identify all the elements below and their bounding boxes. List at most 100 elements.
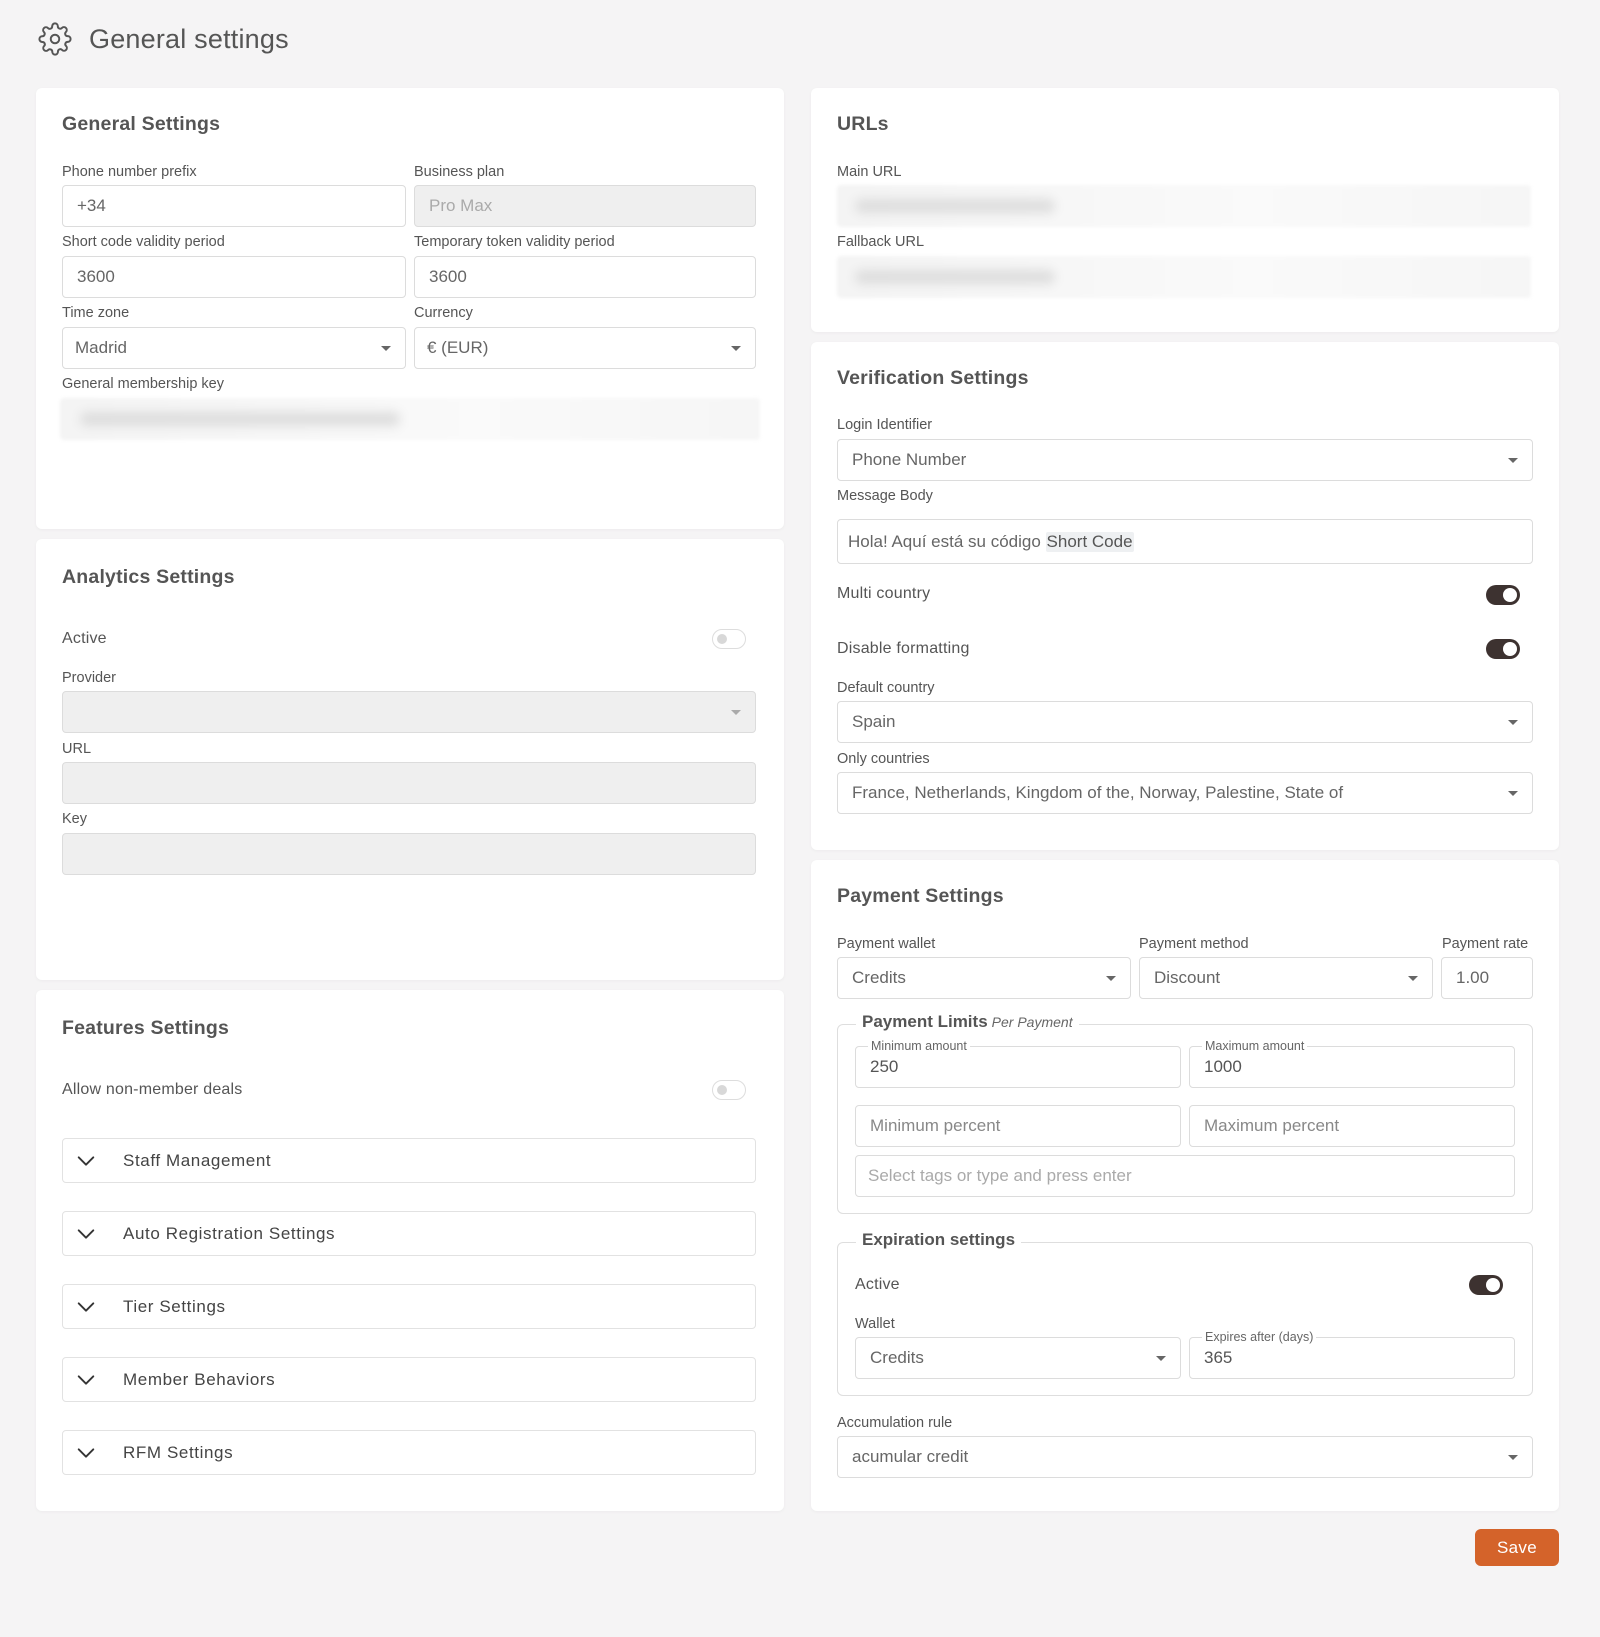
gear-icon	[38, 22, 72, 56]
analytics-key-input	[62, 833, 756, 875]
payment-wallet-label: Payment wallet	[837, 936, 936, 952]
card-title: Analytics Settings	[62, 566, 235, 588]
redacted-text	[80, 412, 400, 426]
expiration-active-label: Active	[855, 1276, 900, 1293]
disable-formatting-toggle[interactable]	[1486, 639, 1520, 659]
min-amount-label: Minimum amount	[868, 1039, 970, 1053]
chevron-down-icon	[731, 346, 741, 351]
accordion-label: Auto Registration Settings	[123, 1223, 336, 1243]
accumulation-rule-value: acumular credit	[852, 1447, 969, 1466]
expiration-fieldset: Expiration settings Active Wallet Credit…	[837, 1230, 1533, 1396]
temp-token-input[interactable]: 3600	[414, 256, 756, 298]
urls-card: URLs Main URL Fallback URL	[811, 88, 1559, 332]
business-plan-label: Business plan	[414, 164, 505, 180]
main-url-field[interactable]	[837, 185, 1531, 227]
redacted-text	[855, 270, 1055, 284]
max-percent-input[interactable]: Maximum percent	[1189, 1105, 1515, 1147]
accordion-member-behaviors[interactable]: Member Behaviors	[62, 1357, 756, 1402]
timezone-select[interactable]: Madrid	[62, 327, 406, 369]
multi-country-toggle[interactable]	[1486, 585, 1520, 605]
accordion-auto-registration[interactable]: Auto Registration Settings	[62, 1211, 756, 1256]
accordion-rfm-settings[interactable]: RFM Settings	[62, 1430, 756, 1475]
card-title: Payment Settings	[837, 885, 1004, 907]
only-countries-select[interactable]: France, Netherlands, Kingdom of the, Nor…	[837, 772, 1533, 814]
analytics-active-label: Active	[62, 630, 107, 647]
payment-method-label: Payment method	[1139, 936, 1249, 952]
membership-key-field[interactable]	[60, 398, 760, 440]
message-body-label: Message Body	[837, 488, 933, 504]
short-code-input[interactable]: 3600	[62, 256, 406, 298]
short-code-tag[interactable]: Short Code	[1045, 531, 1134, 552]
payment-rate-label: Payment rate	[1442, 936, 1529, 952]
chevron-down-icon	[1508, 720, 1518, 725]
accumulation-rule-select[interactable]: acumular credit	[837, 1436, 1533, 1478]
payment-wallet-select[interactable]: Credits	[837, 957, 1131, 999]
phone-prefix-input[interactable]: +34	[62, 185, 406, 227]
chevron-down-icon	[77, 1155, 95, 1166]
accordion-staff-management[interactable]: Staff Management	[62, 1138, 756, 1183]
chevron-down-icon	[77, 1374, 95, 1385]
only-countries-label: Only countries	[837, 751, 930, 767]
accumulation-rule-label: Accumulation rule	[837, 1415, 953, 1431]
expiration-wallet-select[interactable]: Credits	[855, 1337, 1181, 1379]
payment-limits-subtitle: Per Payment	[991, 1014, 1073, 1030]
accordion-label: RFM Settings	[123, 1442, 234, 1462]
message-body-text: Hola! Aquí está su código	[848, 531, 1041, 551]
provider-label: Provider	[62, 670, 116, 686]
message-body-input[interactable]: Hola! Aquí está su código Short Code	[837, 519, 1533, 564]
login-identifier-label: Login Identifier	[837, 417, 933, 433]
max-amount-input[interactable]: Maximum amount 1000	[1189, 1039, 1515, 1088]
verification-settings-card: Verification Settings Login Identifier P…	[811, 342, 1559, 850]
default-country-value: Spain	[852, 712, 896, 731]
payment-settings-card: Payment Settings Payment wallet Credits …	[811, 860, 1559, 1511]
fallback-url-field[interactable]	[837, 256, 1531, 298]
allow-non-member-toggle[interactable]	[712, 1080, 746, 1100]
min-percent-input[interactable]: Minimum percent	[855, 1105, 1181, 1147]
temp-token-label: Temporary token validity period	[414, 234, 615, 250]
tags-input[interactable]: Select tags or type and press enter	[855, 1155, 1515, 1197]
expires-after-value: 365	[1204, 1348, 1233, 1367]
page-header: General settings	[38, 18, 289, 60]
payment-rate-input[interactable]: 1.00	[1441, 957, 1533, 999]
expires-after-input[interactable]: Expires after (days) 365	[1189, 1330, 1515, 1379]
chevron-down-icon	[381, 346, 391, 351]
max-amount-value: 1000	[1204, 1057, 1242, 1076]
chevron-down-icon	[77, 1301, 95, 1312]
accordion-label: Tier Settings	[123, 1296, 226, 1316]
membership-key-label: General membership key	[62, 376, 224, 392]
chevron-down-icon	[1508, 1455, 1518, 1460]
min-amount-input[interactable]: Minimum amount 250	[855, 1039, 1181, 1088]
payment-method-select[interactable]: Discount	[1139, 957, 1433, 999]
fallback-url-label: Fallback URL	[837, 234, 925, 250]
analytics-active-toggle[interactable]	[712, 629, 746, 649]
multi-country-label: Multi country	[837, 585, 931, 602]
expires-after-label: Expires after (days)	[1202, 1330, 1317, 1344]
card-title: General Settings	[62, 113, 221, 135]
business-plan-input: Pro Max	[414, 185, 756, 227]
expiration-legend: Expiration settings	[856, 1230, 1022, 1250]
currency-value: € (EUR)	[427, 338, 489, 357]
currency-select[interactable]: € (EUR)	[414, 327, 756, 369]
short-code-label: Short code validity period	[62, 234, 225, 250]
accordion-tier-settings[interactable]: Tier Settings	[62, 1284, 756, 1329]
login-identifier-select[interactable]: Phone Number	[837, 439, 1533, 481]
analytics-url-input	[62, 762, 756, 804]
redacted-text	[855, 199, 1055, 213]
expiration-active-toggle[interactable]	[1469, 1275, 1503, 1295]
main-url-label: Main URL	[837, 164, 902, 180]
chevron-down-icon	[1156, 1356, 1166, 1361]
payment-method-value: Discount	[1154, 968, 1221, 987]
save-button[interactable]: Save	[1475, 1529, 1559, 1566]
phone-prefix-label: Phone number prefix	[62, 164, 197, 180]
default-country-select[interactable]: Spain	[837, 701, 1533, 743]
disable-formatting-label: Disable formatting	[837, 640, 970, 657]
provider-select	[62, 691, 756, 733]
payment-wallet-value: Credits	[852, 968, 906, 987]
card-title: URLs	[837, 113, 889, 135]
payment-limits-title: Payment Limits	[862, 1012, 988, 1031]
analytics-key-label: Key	[62, 811, 87, 827]
min-amount-value: 250	[870, 1057, 899, 1076]
max-amount-label: Maximum amount	[1202, 1039, 1308, 1053]
currency-label: Currency	[414, 305, 473, 321]
timezone-value: Madrid	[75, 338, 127, 357]
